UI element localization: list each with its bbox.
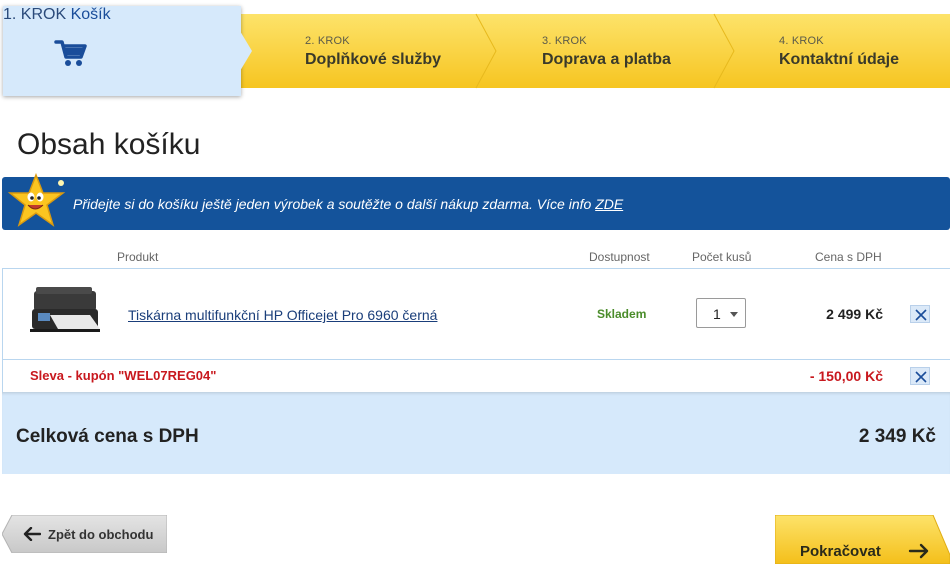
continue-button-label: Pokračovat [800,543,881,560]
remove-coupon-button[interactable] [910,367,930,385]
promo-link[interactable]: ZDE [595,196,623,212]
checkout-steps: 1. KROK Košík 2. KROK Doplňkové služby 3… [0,0,950,100]
product-link[interactable]: Tiskárna multifunkční HP Officejet Pro 6… [128,307,437,323]
total-value: 2 349 Kč [858,426,936,447]
active-step-arrow [240,31,252,71]
step-4-number: 4. KROK [779,35,824,47]
stock-status: Skladem [597,307,647,321]
promo-banner: Přidejte si do košíku ještě jeden výrobe… [2,177,950,230]
chevron-down-icon [730,312,738,317]
close-icon [915,371,927,383]
step-contact[interactable]: 4. KROK Kontaktní údaje [714,14,950,88]
cart-icon [54,40,87,66]
step-3-number: 3. KROK [542,35,587,47]
step-3-name: Doprava a platba [542,51,671,68]
item-price: 2 499 Kč [826,306,883,322]
header-product: Produkt [117,250,159,264]
header-price: Cena s DPH [815,250,882,264]
total-label: Celková cena s DPH [16,426,199,447]
coupon-label: Sleva - kupón "WEL07REG04" [30,368,217,383]
arrow-left-icon [23,527,41,541]
header-quantity: Počet kusů [692,250,752,264]
back-to-shop-button[interactable]: Zpět do obchodu [2,515,167,553]
star-mascot-icon [8,173,66,227]
promo-message: Přidejte si do košíku ještě jeden výrobe… [73,196,592,212]
step-shipping[interactable]: 3. KROK Doprava a platba [476,14,714,88]
step-services[interactable]: 2. KROK Doplňkové služby [230,14,476,88]
continue-button[interactable]: Pokračovat [775,515,950,564]
quantity-select[interactable]: 1 [696,298,746,328]
step-cart[interactable]: 1. KROK Košík [3,6,241,96]
arrow-right-icon [908,543,929,559]
step-2-name: Doplňkové služby [305,51,442,68]
printer-icon[interactable] [30,285,104,335]
page-title: Obsah košíku [17,128,201,161]
step-1-number: 1. KROK [3,6,67,23]
step-4-name: Kontaktní údaje [779,51,900,68]
close-icon [915,309,927,321]
promo-text: Přidejte si do košíku ještě jeden výrobe… [73,196,623,212]
remove-item-button[interactable] [910,305,930,323]
coupon-amount: - 150,00 Kč [809,368,883,384]
step-1-name: Košík [70,6,111,23]
quantity-value: 1 [713,306,721,322]
step-2-number: 2. KROK [305,35,350,47]
back-button-label: Zpět do obchodu [48,527,154,542]
header-availability: Dostupnost [589,250,650,264]
row-divider [2,359,950,360]
